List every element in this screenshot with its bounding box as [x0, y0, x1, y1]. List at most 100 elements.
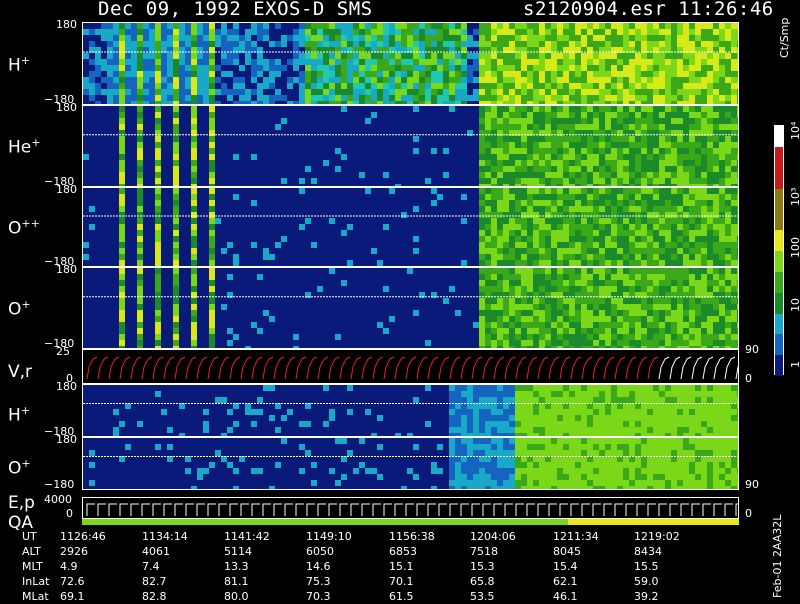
- heatmap-cell: [137, 29, 143, 35]
- heatmap-cell: [605, 328, 611, 334]
- heatmap-cell: [479, 274, 485, 280]
- heatmap-cell: [581, 280, 587, 286]
- heatmap-cell: [575, 298, 581, 304]
- heatmap-cell: [425, 59, 431, 65]
- heatmap-cell: [653, 427, 659, 433]
- heatmap-cell: [629, 77, 635, 83]
- heatmap-cell: [563, 188, 569, 194]
- heatmap-cell: [569, 71, 575, 77]
- heatmap-cell: [491, 236, 497, 242]
- heatmap-cell: [695, 212, 701, 218]
- heatmap-cell: [485, 224, 491, 230]
- heatmap-cell: [383, 65, 389, 71]
- heatmap-cell: [539, 83, 545, 89]
- heatmap-cell: [725, 23, 731, 29]
- heatmap-cell: [581, 486, 587, 489]
- heatmap-cell: [101, 59, 107, 65]
- heatmap-cell: [653, 112, 659, 118]
- heatmap-cell: [431, 83, 437, 89]
- heatmap-cell: [419, 41, 425, 47]
- heatmap-cell: [563, 65, 569, 71]
- heatmap-cell: [509, 310, 515, 316]
- heatmap-cell: [587, 254, 593, 260]
- heatmap-cell: [575, 83, 581, 89]
- heatmap-cell: [629, 23, 635, 29]
- heatmap-cell: [683, 474, 689, 480]
- heatmap-cell: [635, 421, 641, 427]
- heatmap-cell: [641, 206, 647, 212]
- heatmap-cell: [155, 218, 161, 224]
- heatmap-cell: [587, 462, 593, 468]
- heatmap-cell: [605, 480, 611, 486]
- heatmap-cell: [431, 41, 437, 47]
- heatmap-cell: [389, 83, 395, 89]
- heatmap-cell: [689, 438, 695, 444]
- heatmap-cell: [653, 328, 659, 334]
- heatmap-cell: [299, 59, 305, 65]
- heatmap-cell: [377, 95, 383, 101]
- heatmap-cell: [545, 160, 551, 166]
- heatmap-cell: [581, 23, 587, 29]
- heatmap-cell: [737, 154, 738, 160]
- heatmap-cell: [569, 462, 575, 468]
- heatmap-cell: [719, 340, 725, 346]
- heatmap-cell: [695, 427, 701, 433]
- heatmap-cell: [701, 89, 707, 95]
- heatmap-cell: [641, 188, 647, 194]
- heatmap-cell: [569, 188, 575, 194]
- heatmap-cell: [611, 124, 617, 130]
- axis-row-value: 62.1: [553, 575, 578, 588]
- heatmap-cell: [377, 29, 383, 35]
- heatmap-cell: [593, 71, 599, 77]
- heatmap-cell: [485, 438, 491, 444]
- heatmap-cell: [533, 268, 539, 274]
- heatmap-cell: [659, 450, 665, 456]
- ep-bg: [83, 498, 738, 518]
- heatmap-cell: [569, 280, 575, 286]
- heatmap-cell: [503, 41, 509, 47]
- heatmap-cell: [389, 89, 395, 95]
- heatmap-cell: [563, 112, 569, 118]
- heatmap-cell: [473, 468, 479, 474]
- heatmap-cell: [365, 95, 371, 101]
- heatmap-cell: [443, 35, 449, 41]
- heatmap-cell: [701, 59, 707, 65]
- heatmap-cell: [137, 421, 143, 427]
- heatmap-cell: [737, 112, 738, 118]
- heatmap-cell: [233, 89, 239, 95]
- heatmap-cell: [125, 89, 131, 95]
- heatmap-cell: [545, 112, 551, 118]
- heatmap-cell: [611, 83, 617, 89]
- heatmap-cell: [233, 421, 239, 427]
- heatmap-cell: [449, 415, 455, 421]
- heatmap-cell: [527, 172, 533, 178]
- heatmap-cell: [683, 248, 689, 254]
- heatmap-cell: [635, 89, 641, 95]
- heatmap-cell: [191, 248, 197, 254]
- heatmap-cell: [713, 166, 719, 172]
- heatmap-cell: [155, 230, 161, 236]
- heatmap-cell: [431, 462, 437, 468]
- heatmap-cell: [707, 172, 713, 178]
- heatmap-cell: [155, 260, 161, 266]
- heatmap-cell: [737, 106, 738, 112]
- heatmap-cell: [149, 59, 155, 65]
- heatmap-cell: [683, 480, 689, 486]
- heatmap-cell: [533, 385, 539, 391]
- heatmap-cell: [599, 268, 605, 274]
- heatmap-cell: [707, 106, 713, 112]
- heatmap-cell: [641, 95, 647, 101]
- heatmap-cell: [251, 23, 257, 29]
- heatmap-cell: [185, 71, 191, 77]
- heatmap-cell: [527, 438, 533, 444]
- heatmap-cell: [479, 298, 485, 304]
- heatmap-cell: [479, 242, 485, 248]
- heatmap-cell: [695, 53, 701, 59]
- heatmap-cell: [485, 206, 491, 212]
- heatmap-cell: [191, 118, 197, 124]
- heatmap-cell: [275, 23, 281, 29]
- heatmap-cell: [173, 274, 179, 280]
- heatmap-cell: [563, 334, 569, 340]
- heatmap-cell: [737, 421, 738, 427]
- heatmap-cell: [437, 59, 443, 65]
